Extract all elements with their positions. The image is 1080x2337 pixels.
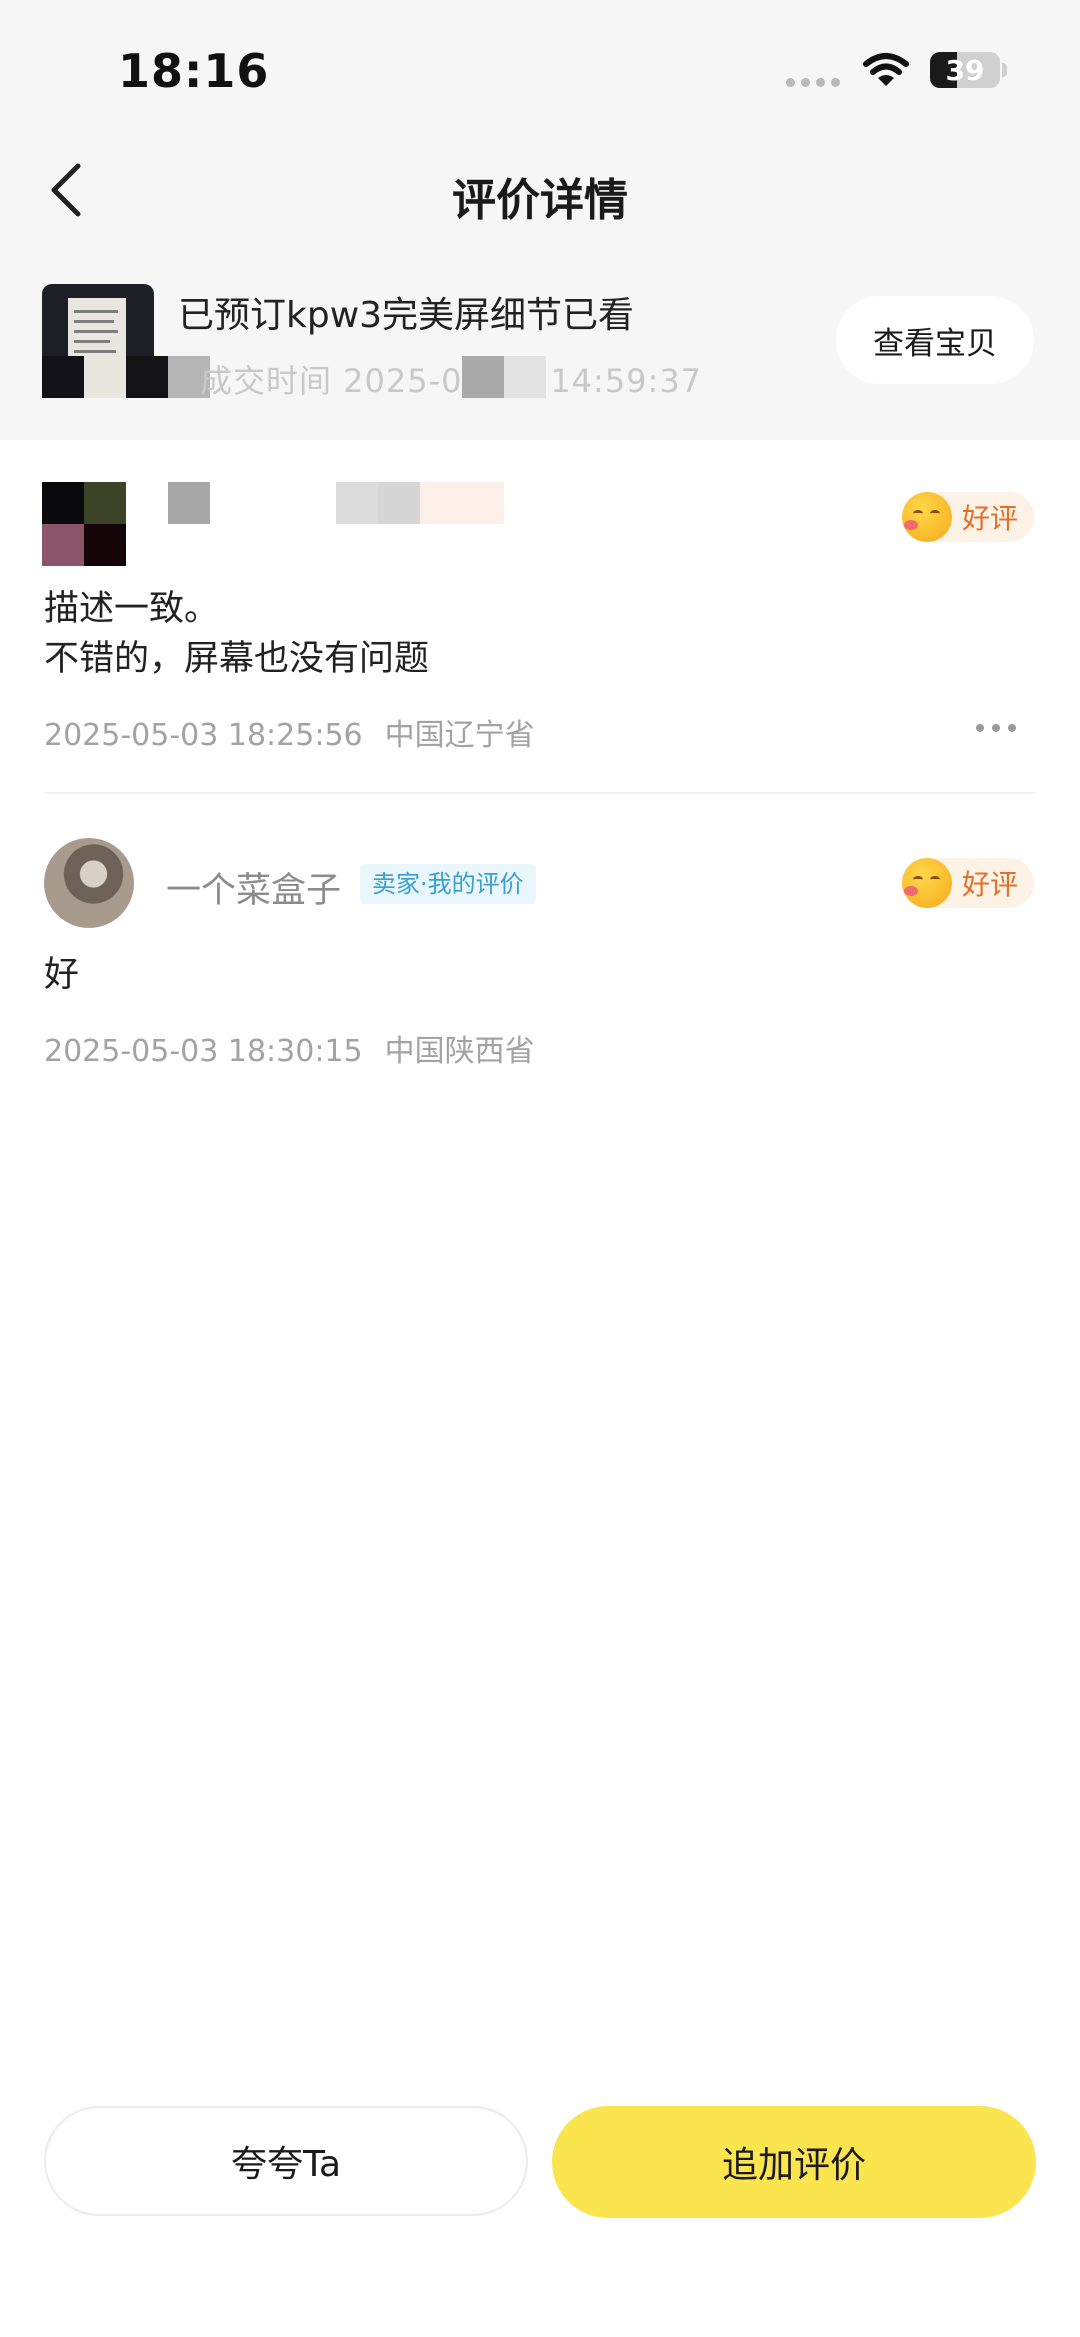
item-title[interactable]: 已预订kpw3完美屏细节已看 (178, 286, 634, 338)
wifi-icon (863, 53, 909, 86)
review-time: 2025-05-03 18:25:56 (44, 718, 363, 753)
good-review-badge: 好评 (902, 858, 1035, 908)
smile-emoji-icon (902, 492, 952, 542)
review-location: 中国辽宁省 (384, 718, 535, 753)
review-text-line1: 描述一致。 (44, 589, 220, 629)
reviewer-name-pixelated (168, 482, 210, 524)
avatar[interactable] (44, 838, 134, 928)
review-text-line2: 不错的，屏幕也没有问题 (44, 639, 430, 679)
item-deal-time: 成交时间 2025-05-02 14:59:37 (200, 362, 703, 400)
battery-tip (1002, 63, 1007, 77)
badge-label: 好评 (962, 502, 1019, 535)
battery-icon: 39 (930, 52, 1000, 88)
reviewer-info-pixelated (336, 482, 504, 524)
status-time: 18:16 (118, 44, 270, 98)
append-review-button[interactable]: 追加评价 (552, 2106, 1036, 2218)
review-text-line1: 好 (44, 955, 80, 995)
good-review-badge: 好评 (902, 492, 1035, 542)
smile-emoji-icon (902, 858, 952, 908)
more-options-icon[interactable] (976, 724, 1016, 732)
pixelated-thumbnail-edge (42, 356, 210, 398)
reviewer-avatar-pixelated[interactable] (42, 482, 126, 566)
review-time: 2025-05-03 18:30:15 (44, 1034, 363, 1069)
review-meta: 2025-05-03 18:25:56 中国辽宁省 (44, 710, 535, 754)
review-meta: 2025-05-03 18:30:15 中国陕西省 (44, 1026, 535, 1070)
review-location: 中国陕西省 (384, 1034, 535, 1069)
seller-tag: 卖家·我的评价 (360, 864, 536, 904)
page-title: 评价详情 (452, 175, 628, 226)
praise-button[interactable]: 夸夸Ta (44, 2106, 528, 2216)
view-item-button[interactable]: 查看宝贝 (836, 296, 1034, 384)
badge-label: 好评 (962, 868, 1019, 901)
divider (44, 792, 1036, 794)
battery-level: 39 (945, 54, 985, 87)
reviewer-name[interactable]: 一个菜盒子 (166, 862, 341, 913)
pixelated-overlay (462, 356, 546, 398)
signal-icon (786, 78, 840, 87)
